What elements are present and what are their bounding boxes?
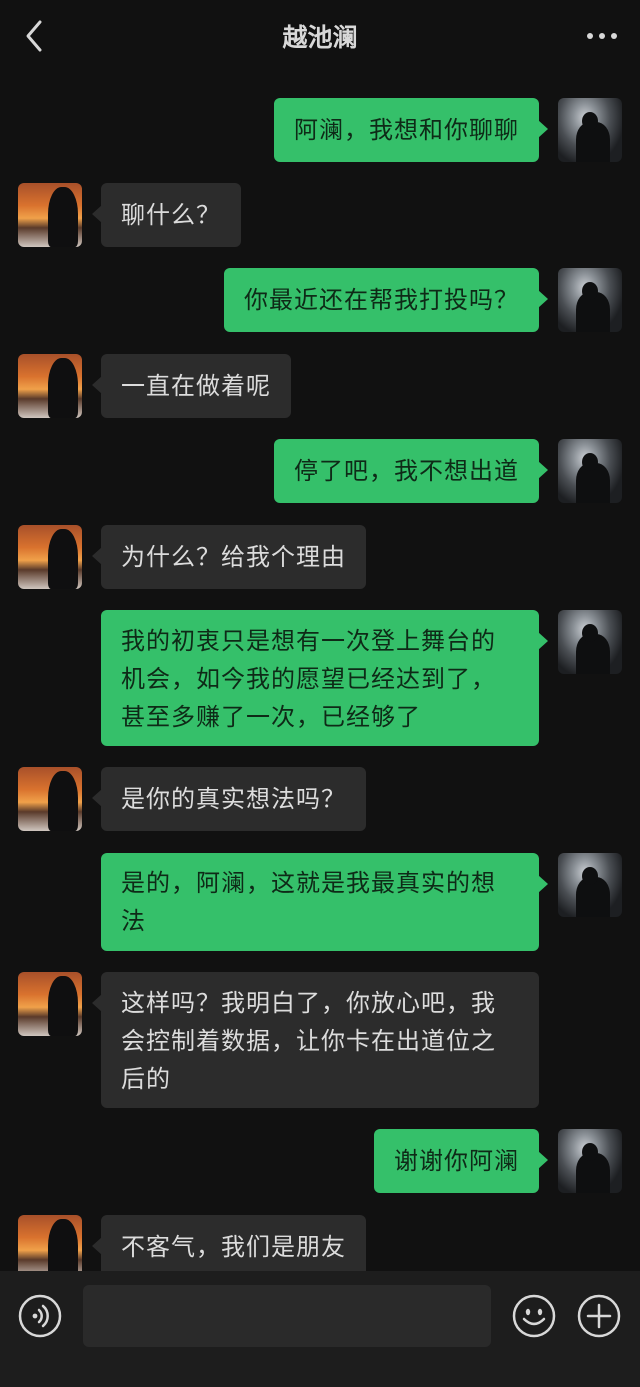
message-text: 为什么？给我个理由 [121, 543, 346, 571]
message-bubble-sent[interactable]: 停了吧，我不想出道 [274, 439, 548, 503]
more-actions-button[interactable] [576, 1293, 622, 1339]
message-text: 停了吧，我不想出道 [294, 457, 519, 485]
message-bubble-received[interactable]: 不客气，我们是朋友 [92, 1215, 366, 1271]
message-text: 你最近还在帮我打投吗？ [244, 286, 519, 314]
my-avatar[interactable] [558, 439, 622, 503]
voice-button[interactable] [17, 1293, 63, 1339]
message-row: 你最近还在帮我打投吗？ [0, 268, 640, 334]
message-text: 一直在做着呢 [121, 372, 271, 400]
message-text: 我的初衷只是想有一次登上舞台的机会，如今我的愿望已经达到了，甚至多赚了一次，已经… [121, 627, 496, 731]
message-bubble-received[interactable]: 这样吗？我明白了，你放心吧，我会控制着数据，让你卡在出道位之后的 [92, 972, 539, 1108]
message-bubble-received[interactable]: 为什么？给我个理由 [92, 525, 366, 589]
emoji-button[interactable] [511, 1293, 557, 1339]
message-bubble-received[interactable]: 一直在做着呢 [92, 354, 291, 418]
message-text: 谢谢你阿澜 [394, 1147, 519, 1175]
chat-header: 越池澜 [0, 0, 640, 74]
message-bubble-sent[interactable]: 谢谢你阿澜 [374, 1129, 548, 1193]
message-text: 阿澜，我想和你聊聊 [294, 116, 519, 144]
my-avatar[interactable] [558, 853, 622, 917]
contact-avatar[interactable] [18, 767, 82, 831]
message-text: 是的，阿澜，这就是我最真实的想法 [121, 869, 496, 935]
message-bubble-received[interactable]: 聊什么？ [92, 183, 241, 247]
emoji-icon [512, 1294, 556, 1338]
message-row: 我的初衷只是想有一次登上舞台的机会，如今我的愿望已经达到了，甚至多赚了一次，已经… [0, 610, 640, 748]
message-text: 不客气，我们是朋友 [121, 1233, 346, 1261]
message-text: 是你的真实想法吗？ [121, 785, 346, 813]
chat-input-bar [0, 1271, 640, 1387]
message-row: 阿澜，我想和你聊聊 [0, 98, 640, 164]
message-bubble-sent[interactable]: 你最近还在帮我打投吗？ [224, 268, 548, 332]
contact-avatar[interactable] [18, 1215, 82, 1271]
message-row: 为什么？给我个理由 [0, 525, 640, 591]
chat-screen: 越池澜 阿澜，我想和你聊聊 聊什么？ 你最近还在帮我打投吗？ 一直在做着呢 停了… [0, 0, 640, 1387]
my-avatar[interactable] [558, 610, 622, 674]
my-avatar[interactable] [558, 1129, 622, 1193]
voice-icon [18, 1294, 62, 1338]
message-row: 这样吗？我明白了，你放心吧，我会控制着数据，让你卡在出道位之后的 [0, 972, 640, 1110]
contact-avatar[interactable] [18, 183, 82, 247]
message-row: 不客气，我们是朋友 [0, 1215, 640, 1271]
message-row: 是你的真实想法吗？ [0, 767, 640, 833]
message-text: 聊什么？ [121, 201, 221, 229]
more-horizontal-icon [587, 33, 617, 39]
more-button[interactable] [584, 22, 620, 50]
message-bubble-received[interactable]: 是你的真实想法吗？ [92, 767, 366, 831]
message-row: 聊什么？ [0, 183, 640, 249]
contact-avatar[interactable] [18, 972, 82, 1036]
message-row: 是的，阿澜，这就是我最真实的想法 [0, 853, 640, 953]
message-text: 这样吗？我明白了，你放心吧，我会控制着数据，让你卡在出道位之后的 [121, 989, 496, 1093]
contact-avatar[interactable] [18, 354, 82, 418]
message-bubble-sent[interactable]: 阿澜，我想和你聊聊 [274, 98, 548, 162]
my-avatar[interactable] [558, 268, 622, 332]
message-row: 停了吧，我不想出道 [0, 439, 640, 505]
message-row: 一直在做着呢 [0, 354, 640, 420]
chat-title: 越池澜 [282, 23, 358, 52]
my-avatar[interactable] [558, 98, 622, 162]
plus-circle-icon [577, 1294, 621, 1338]
contact-avatar[interactable] [18, 525, 82, 589]
message-input[interactable] [83, 1285, 491, 1347]
message-bubble-sent[interactable]: 我的初衷只是想有一次登上舞台的机会，如今我的愿望已经达到了，甚至多赚了一次，已经… [101, 610, 548, 746]
message-row: 谢谢你阿澜 [0, 1129, 640, 1195]
message-bubble-sent[interactable]: 是的，阿澜，这就是我最真实的想法 [101, 853, 548, 951]
